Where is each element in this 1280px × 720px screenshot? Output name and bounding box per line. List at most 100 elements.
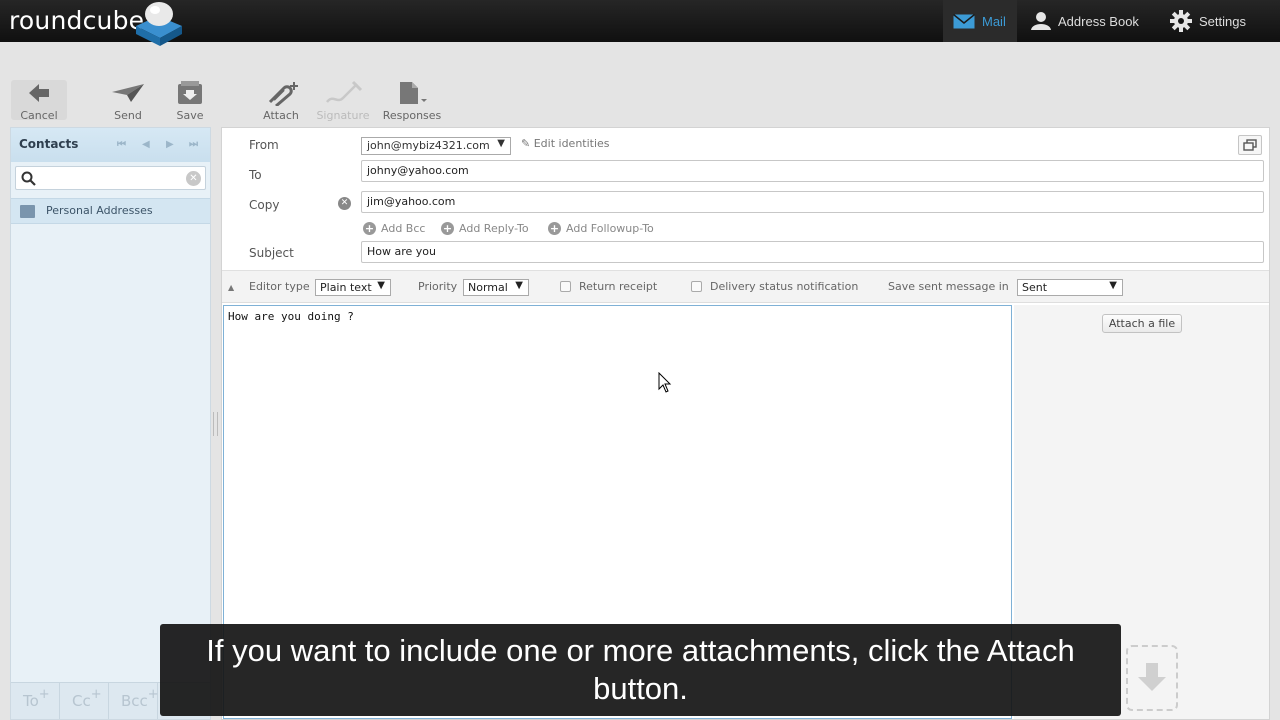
- paperclip-icon: [268, 82, 298, 106]
- top-bar: roundcube Mail Address Book Settings: [0, 0, 1280, 46]
- from-select[interactable]: john@mybiz4321.com ▼: [361, 137, 511, 155]
- editor-type-select[interactable]: Plain text ▼: [315, 279, 391, 296]
- nav-address-book-label: Address Book: [1058, 13, 1139, 29]
- dropdown-arrow-icon: ▼: [497, 138, 505, 149]
- plus-icon: +: [90, 687, 102, 702]
- editor-type-value: Plain text: [320, 281, 372, 294]
- save-button[interactable]: Save: [170, 80, 210, 122]
- add-followup-to-label: Add Followup-To: [566, 222, 654, 235]
- plus-icon: +: [147, 687, 159, 702]
- attach-label: Attach: [263, 109, 299, 122]
- dropdown-arrow-icon: ▼: [1109, 280, 1117, 291]
- nav-address-book[interactable]: Address Book: [1031, 0, 1159, 42]
- mail-icon: [953, 13, 975, 28]
- last-page-icon[interactable]: ⏭: [189, 139, 198, 150]
- gear-icon: [1170, 10, 1192, 32]
- dropdown-arrow-icon: ▼: [515, 280, 523, 291]
- roundcube-logo-icon: [136, 2, 182, 46]
- add-to-button[interactable]: To +: [11, 683, 60, 719]
- compose-headers: From john@mybiz4321.com ▼ ✎ Edit identit…: [222, 128, 1269, 270]
- document-dropdown-icon: [400, 82, 427, 104]
- editor-type-label: Editor type: [249, 280, 310, 293]
- add-bcc-link[interactable]: + Add Bcc: [363, 222, 425, 235]
- edit-identities-link[interactable]: ✎ Edit identities: [521, 137, 610, 150]
- panel-splitter-handle[interactable]: [213, 412, 218, 436]
- next-page-icon[interactable]: ▶: [166, 139, 174, 150]
- add-reply-to-link[interactable]: + Add Reply-To: [441, 222, 529, 235]
- save-sent-label: Save sent message in: [888, 280, 1009, 293]
- attachment-drop-zone[interactable]: [1126, 645, 1178, 711]
- signature-label: Signature: [316, 109, 370, 122]
- popout-icon: [1243, 139, 1257, 151]
- from-label: From: [249, 138, 279, 152]
- delivery-status-checkbox[interactable]: [691, 281, 702, 292]
- clear-search-icon[interactable]: ✕: [186, 171, 201, 186]
- cancel-button[interactable]: Cancel: [17, 80, 61, 122]
- return-receipt-label: Return receipt: [579, 280, 658, 293]
- responses-label: Responses: [382, 109, 442, 122]
- collapse-options-icon[interactable]: ▲: [228, 283, 234, 292]
- add-bcc-button[interactable]: Bcc +: [109, 683, 159, 719]
- add-cc-label: Cc: [72, 692, 91, 710]
- signature-pen-icon: [326, 80, 363, 103]
- subject-label: Subject: [249, 246, 294, 260]
- responses-button[interactable]: Responses: [382, 80, 442, 122]
- download-arrow-icon: [1138, 663, 1166, 691]
- remove-copy-icon[interactable]: ✕: [338, 197, 351, 210]
- contacts-header: Contacts ⏮ ◀ ▶ ⏭: [11, 128, 210, 162]
- previous-page-icon[interactable]: ◀: [142, 139, 150, 150]
- delivery-status-label: Delivery status notification: [710, 280, 859, 293]
- subject-value: How are you: [367, 245, 436, 258]
- plus-circle-icon: +: [363, 222, 376, 235]
- send-button[interactable]: Send: [106, 80, 150, 122]
- contacts-title: Contacts: [19, 137, 79, 151]
- subject-field[interactable]: How are you: [361, 241, 1264, 263]
- nav-settings[interactable]: Settings: [1170, 0, 1280, 42]
- mouse-cursor-icon: [658, 372, 672, 393]
- to-label: To: [249, 168, 262, 182]
- save-sent-value: Sent: [1022, 281, 1048, 294]
- signature-button[interactable]: Signature: [316, 80, 370, 122]
- first-page-icon[interactable]: ⏮: [117, 139, 126, 150]
- send-label: Send: [114, 109, 142, 122]
- edit-identities-label: Edit identities: [533, 137, 610, 150]
- nav-mail[interactable]: Mail: [943, 0, 1017, 42]
- plus-circle-icon: +: [441, 222, 454, 235]
- save-sent-select[interactable]: Sent ▼: [1017, 279, 1123, 296]
- compose-options-bar: ▲ Editor type Plain text ▼ Priority Norm…: [222, 270, 1269, 303]
- pencil-icon: ✎: [521, 137, 531, 150]
- add-to-label: To: [23, 692, 39, 710]
- app-logo-text: roundcube: [9, 6, 145, 35]
- address-book-icon: [20, 205, 35, 218]
- add-cc-button[interactable]: Cc +: [60, 683, 109, 719]
- copy-label: Copy: [249, 198, 280, 212]
- save-label: Save: [176, 109, 204, 122]
- popout-window-button[interactable]: [1238, 135, 1262, 155]
- addressbook-item-personal[interactable]: Personal Addresses: [11, 198, 210, 224]
- priority-value: Normal: [468, 281, 508, 294]
- back-arrow-icon: [29, 84, 49, 102]
- paper-plane-icon: [112, 84, 144, 102]
- from-value: john@mybiz4321.com: [367, 139, 490, 152]
- addressbook-item-label: Personal Addresses: [46, 204, 153, 217]
- to-value: johny@yahoo.com: [367, 164, 469, 177]
- add-followup-to-link[interactable]: + Add Followup-To: [548, 222, 654, 235]
- priority-label: Priority: [418, 280, 458, 293]
- return-receipt-checkbox[interactable]: [560, 281, 571, 292]
- message-body-text: How are you doing ?: [228, 310, 354, 323]
- plus-circle-icon: +: [548, 222, 561, 235]
- add-bcc-label: Bcc: [121, 692, 148, 710]
- copy-field[interactable]: jim@yahoo.com: [361, 191, 1264, 213]
- search-icon: [21, 171, 36, 186]
- attach-file-button[interactable]: Attach a file: [1102, 314, 1182, 333]
- contacts-search-input[interactable]: ✕: [15, 166, 206, 190]
- add-bcc-link-label: Add Bcc: [381, 222, 426, 235]
- dropdown-arrow-icon: ▼: [377, 280, 385, 291]
- to-field[interactable]: johny@yahoo.com: [361, 160, 1264, 182]
- nav-mail-label: Mail: [982, 13, 1006, 29]
- nav-settings-label: Settings: [1199, 13, 1246, 29]
- plus-icon: +: [38, 687, 50, 702]
- priority-select[interactable]: Normal ▼: [463, 279, 529, 296]
- copy-value: jim@yahoo.com: [367, 195, 456, 208]
- attach-button[interactable]: Attach: [260, 80, 302, 122]
